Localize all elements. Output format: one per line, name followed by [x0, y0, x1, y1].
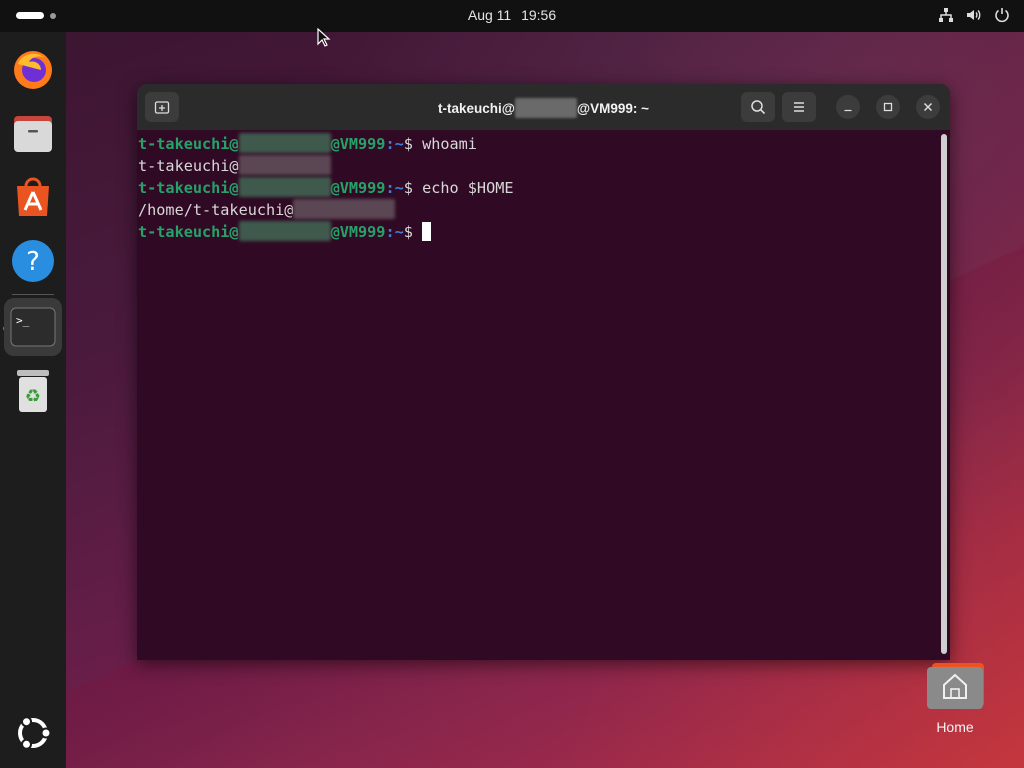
close-button[interactable] [916, 95, 940, 119]
clock[interactable]: Aug 11 19:56 [0, 7, 1024, 23]
window-title-host: @VM999: ~ [576, 101, 649, 116]
terminal-line: t-takeuchi@ @VM999:~$ whoami [138, 133, 936, 155]
prompt-symbol: $ [403, 179, 423, 197]
terminal-line: /home/t-takeuchi@ [138, 199, 936, 221]
home-folder-icon [927, 663, 984, 709]
terminal-icon: >_ [10, 307, 56, 347]
clock-date: Aug 11 [467, 7, 512, 23]
text-cursor [422, 222, 432, 241]
close-icon [923, 102, 933, 112]
dock-item-trash[interactable]: ♻ [8, 366, 58, 416]
prompt-path-colon: :~ [385, 135, 404, 153]
minimize-button[interactable] [836, 95, 860, 119]
app-center-icon [17, 177, 49, 216]
terminal-line: t-takeuchi@ @VM999:~$ echo $HOME [138, 177, 936, 199]
terminal-window[interactable]: t-takeuchi@ @VM999: ~ t-takeuchi@ @VM999:~… [137, 84, 950, 660]
maximize-icon [883, 102, 893, 112]
mouse-pointer-icon [317, 28, 331, 47]
ubuntu-logo-icon [18, 716, 52, 750]
prompt-user: t-takeuchi@ [138, 135, 239, 153]
terminal-line: t-takeuchi@ [138, 155, 936, 177]
help-icon: ? [12, 240, 54, 282]
top-bar: Aug 11 19:56 [0, 0, 1024, 32]
prompt-host: @VM999 [330, 179, 386, 197]
minimize-icon [844, 109, 852, 112]
dock-item-terminal[interactable]: >_ [4, 298, 62, 356]
maximize-button[interactable] [876, 95, 900, 119]
prompt-symbol: $ [403, 223, 423, 241]
dock-item-help[interactable]: ? [8, 236, 58, 286]
window-title: t-takeuchi@ @VM999: ~ [137, 98, 950, 118]
desktop-home-shortcut[interactable]: Home [920, 661, 990, 735]
terminal-line: t-takeuchi@ @VM999:~$ [138, 221, 936, 243]
prompt-path-colon: :~ [385, 223, 404, 241]
search-button[interactable] [741, 92, 775, 122]
redacted-hostname [514, 98, 577, 118]
dock-item-app-center[interactable] [8, 172, 58, 222]
network-icon[interactable] [938, 7, 954, 23]
output-text: /home/t-takeuchi@ [138, 201, 294, 219]
firefox-icon [14, 51, 52, 89]
svg-text:>_: >_ [16, 314, 30, 327]
redacted-hostname [238, 221, 331, 241]
redacted-hostname [238, 133, 331, 153]
prompt-user: t-takeuchi@ [138, 223, 239, 241]
dock-item-firefox[interactable] [8, 44, 58, 94]
dock-separator [12, 294, 54, 295]
system-tray[interactable] [938, 7, 1010, 23]
prompt-host: @VM999 [330, 135, 386, 153]
volume-icon[interactable] [966, 7, 982, 23]
terminal-output[interactable]: t-takeuchi@ @VM999:~$ whoami t-takeuchi@ … [138, 133, 936, 243]
files-icon [14, 116, 52, 152]
search-icon [751, 100, 766, 115]
svg-text:♻: ♻ [25, 386, 41, 407]
power-icon[interactable] [994, 7, 1010, 23]
svg-text:?: ? [26, 247, 40, 277]
clock-time: 19:56 [521, 7, 557, 23]
menu-button[interactable] [782, 92, 816, 122]
command-text: echo $HOME [422, 179, 514, 197]
command-text: whoami [422, 135, 477, 153]
dock: ? >_ ♻ [0, 32, 66, 768]
dock-item-files[interactable] [8, 108, 58, 158]
prompt-host: @VM999 [330, 223, 386, 241]
trash-icon: ♻ [17, 370, 49, 412]
redacted-hostname [238, 177, 331, 197]
output-text: t-takeuchi@ [138, 157, 239, 175]
prompt-user: t-takeuchi@ [138, 179, 239, 197]
redacted-hostname [238, 155, 331, 175]
hamburger-menu-icon [794, 102, 804, 112]
prompt-path-colon: :~ [385, 179, 404, 197]
desktop-icon-label: Home [936, 719, 974, 735]
window-title-user: t-takeuchi@ [437, 101, 515, 116]
prompt-symbol: $ [403, 135, 423, 153]
dock-item-show-apps[interactable] [8, 708, 58, 758]
terminal-titlebar[interactable]: t-takeuchi@ @VM999: ~ [137, 84, 950, 130]
redacted-hostname [293, 199, 396, 219]
terminal-scrollbar[interactable] [941, 134, 947, 654]
